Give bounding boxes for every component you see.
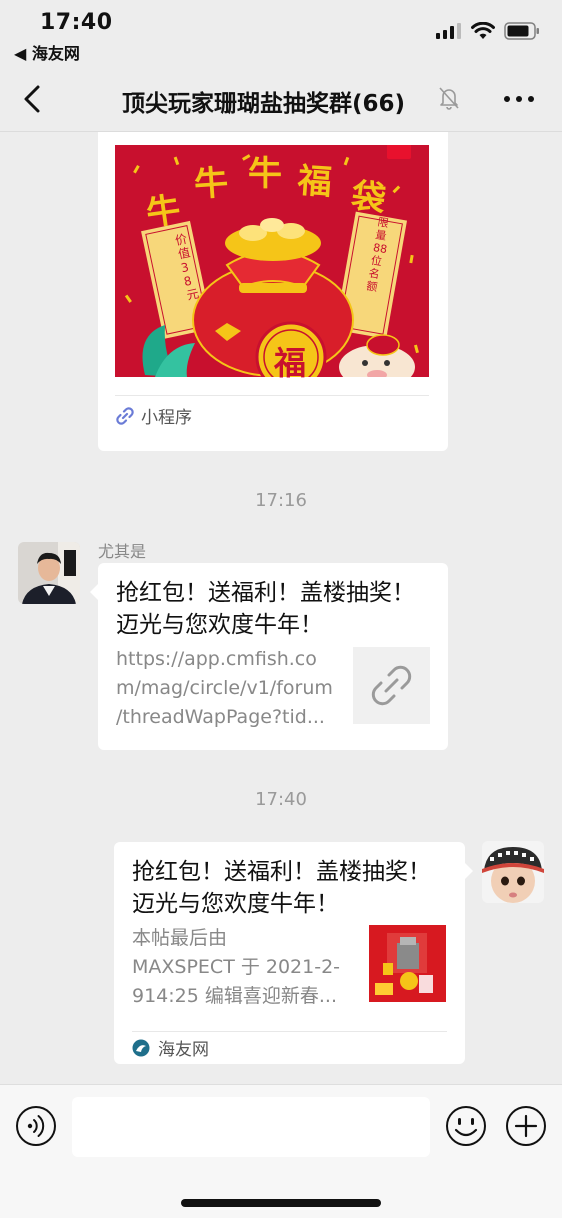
signal-icon [436,23,461,39]
bubble-arrow [90,584,98,600]
source-label: 海友网 [158,1040,209,1060]
timestamp: 17:16 [255,490,307,511]
plus-icon[interactable] [505,1105,547,1147]
bubble-arrow [465,863,473,879]
input-bar [0,1084,562,1218]
link-thumbnail [353,647,430,724]
my-avatar[interactable] [482,841,544,903]
message-input[interactable] [72,1097,430,1157]
poster-title-char: 福 [296,160,334,204]
poster-title-char: 牛 [192,162,230,206]
link-card-title: 抢红包！送福利！盖楼抽奖！迈光与您欢度牛年！ [132,859,431,917]
poster-title-char: 牛 [143,189,184,235]
return-to-app-link[interactable]: ◀ 海友网 [14,40,80,64]
sender-name: 尤其是 [98,542,147,561]
back-chevron-icon[interactable] [18,82,50,116]
mini-program-label: 小程序 [141,408,192,428]
mute-bell-icon [439,87,459,110]
mini-program-card[interactable]: 牛 牛 牛 福 袋 价值38元 限量88位名额 福 小程序 [98,132,448,451]
link-thumbnail [369,925,446,1002]
poster-center-char: 福 [274,344,307,382]
home-indicator [181,1199,381,1207]
wifi-icon [471,22,495,39]
timestamp: 17:40 [255,789,307,810]
mini-program-footer: 小程序 [115,403,192,428]
status-bar: 17:40 ◀ 海友网 [0,0,562,66]
site-logo-icon [132,1039,150,1056]
link-card-title: 抢红包！送福利！盖楼抽奖！迈光与您欢度牛年！ [116,580,415,638]
status-icons [436,22,540,40]
status-time: 17:40 [40,10,113,35]
link-card[interactable]: 抢红包！送福利！盖楼抽奖！迈光与您欢度牛年！ 本帖最后由 MAXSPECT 于 … [114,842,465,1064]
chat-title: 顶尖玩家珊瑚盐抽奖群(66) [122,91,406,117]
poster-title-char: 袋 [348,175,389,221]
sender-avatar[interactable] [18,542,80,604]
battery-icon [504,22,539,40]
more-dots-icon[interactable] [502,86,536,112]
emoji-icon[interactable] [445,1105,487,1147]
card-divider [115,395,429,396]
card-divider [132,1031,447,1032]
link-card[interactable]: 抢红包！送福利！盖楼抽奖！迈光与您欢度牛年！ https://app.cmfis… [98,563,448,750]
link-icon [116,406,134,425]
chat-area[interactable]: 牛 牛 牛 福 袋 价值38元 限量88位名额 福 小程序 17:16 尤其是 … [0,132,562,1084]
nav-bar: 顶尖玩家珊瑚盐抽奖群(66) [0,66,562,132]
link-card-description: 本帖最后由 MAXSPECT 于 2021-2- 914:25 编辑喜迎新春..… [132,927,341,1007]
link-icon [371,665,412,706]
voice-icon[interactable] [15,1105,57,1147]
poster-title-char: 牛 [248,154,282,194]
link-card-description: https://app.cmfish.co m/mag/circle/v1/fo… [116,648,333,728]
source-footer: 海友网 [132,1035,209,1060]
